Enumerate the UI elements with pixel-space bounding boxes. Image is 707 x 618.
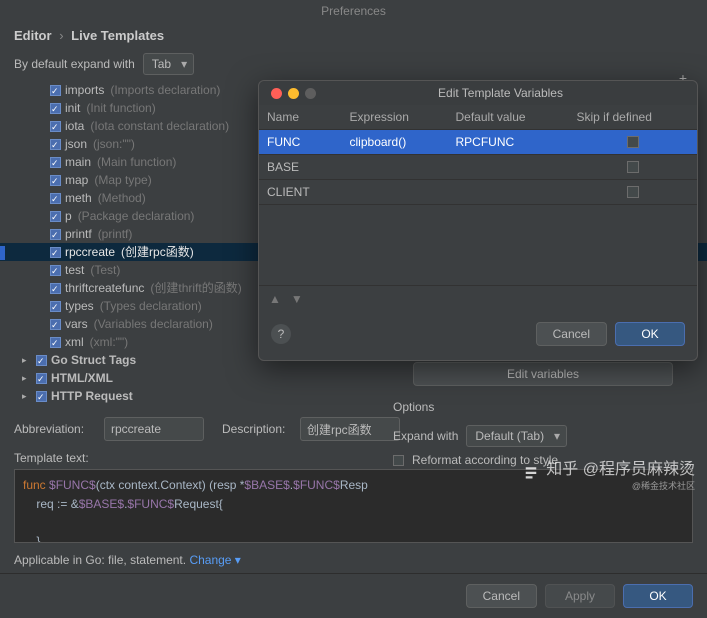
col-default-value[interactable]: Default value <box>448 105 569 130</box>
col-skip[interactable]: Skip if defined <box>568 105 697 130</box>
enable-checkbox[interactable] <box>50 139 61 150</box>
dialog-cancel-button[interactable]: Cancel <box>536 322 607 346</box>
enable-checkbox[interactable] <box>50 337 61 348</box>
expand-with-option-label: Expand with <box>393 429 458 443</box>
chevron-right-icon: ▸ <box>22 371 32 386</box>
close-icon[interactable] <box>271 88 282 99</box>
enable-checkbox[interactable] <box>36 355 47 366</box>
description-label: Description: <box>222 422 292 436</box>
skip-checkbox[interactable] <box>627 186 639 198</box>
expand-with-label: By default expand with <box>14 57 135 71</box>
expand-with-select[interactable]: Tab <box>143 53 194 75</box>
chevron-right-icon: ▸ <box>22 389 32 404</box>
enable-checkbox[interactable] <box>50 103 61 114</box>
applicable-text: Applicable in Go: file, statement. <box>14 553 186 567</box>
breadcrumb-editor[interactable]: Editor <box>14 28 52 43</box>
edit-template-variables-dialog: Edit Template Variables Name Expression … <box>258 80 698 361</box>
minimize-icon[interactable] <box>288 88 299 99</box>
skip-checkbox[interactable] <box>627 161 639 173</box>
enable-checkbox[interactable] <box>50 157 61 168</box>
move-down-icon[interactable]: ▼ <box>291 292 303 306</box>
chevron-right-icon: ▸ <box>22 353 32 368</box>
abbreviation-input[interactable] <box>104 417 204 441</box>
cancel-button[interactable]: Cancel <box>466 584 537 608</box>
enable-checkbox[interactable] <box>50 85 61 96</box>
enable-checkbox[interactable] <box>50 301 61 312</box>
enable-checkbox[interactable] <box>50 211 61 222</box>
change-applicable-link[interactable]: Change ▾ <box>189 553 240 567</box>
selection-indicator <box>0 246 5 260</box>
move-up-icon[interactable]: ▲ <box>269 292 281 306</box>
watermark: 知乎 @程序员麻辣烫 @稀金技术社区 <box>522 455 695 492</box>
enable-checkbox[interactable] <box>50 247 61 258</box>
variables-table: Name Expression Default value Skip if de… <box>259 105 697 205</box>
enable-checkbox[interactable] <box>50 121 61 132</box>
breadcrumb-live-templates: Live Templates <box>71 28 164 43</box>
apply-button[interactable]: Apply <box>545 584 615 608</box>
edit-variables-button[interactable]: Edit variables <box>413 362 673 386</box>
expand-with-option-select[interactable]: Default (Tab) <box>466 425 567 447</box>
description-input[interactable] <box>300 417 400 441</box>
zhihu-icon <box>522 465 540 483</box>
zoom-icon <box>305 88 316 99</box>
enable-checkbox[interactable] <box>36 391 47 402</box>
skip-checkbox[interactable] <box>627 136 639 148</box>
breadcrumb: Editor › Live Templates <box>0 22 707 49</box>
enable-checkbox[interactable] <box>50 193 61 204</box>
col-name[interactable]: Name <box>259 105 342 130</box>
enable-checkbox[interactable] <box>50 175 61 186</box>
dialog-ok-button[interactable]: OK <box>615 322 685 346</box>
ok-button[interactable]: OK <box>623 584 693 608</box>
enable-checkbox[interactable] <box>50 229 61 240</box>
enable-checkbox[interactable] <box>50 319 61 330</box>
preferences-title: Preferences <box>0 0 707 22</box>
table-row[interactable]: FUNCclipboard()RPCFUNC <box>259 130 697 155</box>
enable-checkbox[interactable] <box>50 283 61 294</box>
enable-checkbox[interactable] <box>50 265 61 276</box>
table-row[interactable]: BASE <box>259 155 697 180</box>
table-row[interactable]: CLIENT <box>259 180 697 205</box>
help-button[interactable]: ? <box>271 324 291 344</box>
dialog-title: Edit Template Variables <box>316 86 685 100</box>
chevron-right-icon: › <box>59 28 63 43</box>
abbreviation-label: Abbreviation: <box>14 422 96 436</box>
col-expression[interactable]: Expression <box>342 105 448 130</box>
reformat-checkbox[interactable] <box>393 455 404 466</box>
options-heading: Options <box>393 400 693 414</box>
enable-checkbox[interactable] <box>36 373 47 384</box>
